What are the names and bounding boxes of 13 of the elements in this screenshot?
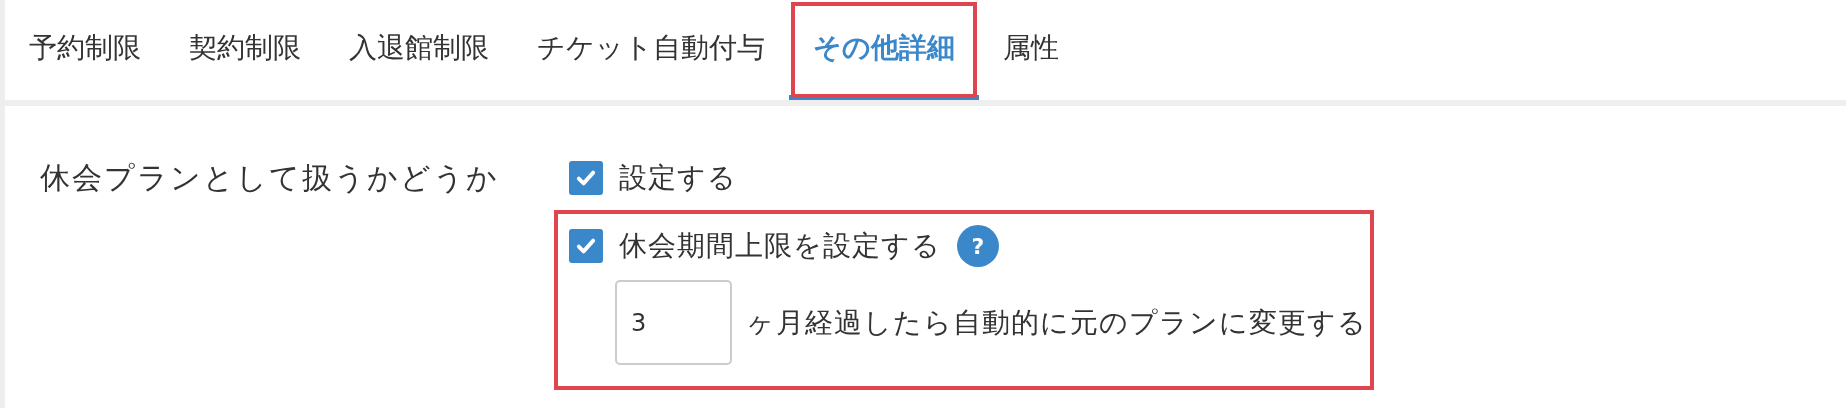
months-suffix: ヶ月経過したら自動的に元のプランに変更する [746, 304, 1367, 341]
checkbox-label: 設定する [619, 160, 737, 196]
tab[interactable]: 入退館制限 [325, 0, 513, 100]
help-icon[interactable]: ? [957, 225, 999, 267]
tab[interactable]: 契約制限 [165, 0, 325, 100]
tab[interactable]: チケット自動付与 [513, 0, 789, 100]
checkbox-label: 休会期間上限を設定する [619, 228, 941, 264]
checkbox[interactable] [569, 229, 603, 263]
tab[interactable]: 属性 [979, 0, 1083, 100]
tab[interactable]: 予約制限 [5, 0, 165, 100]
setting-label: 休会プランとして扱うかどうか [40, 159, 500, 197]
checkbox[interactable] [569, 161, 603, 195]
months-field[interactable]: 3 [615, 280, 732, 365]
